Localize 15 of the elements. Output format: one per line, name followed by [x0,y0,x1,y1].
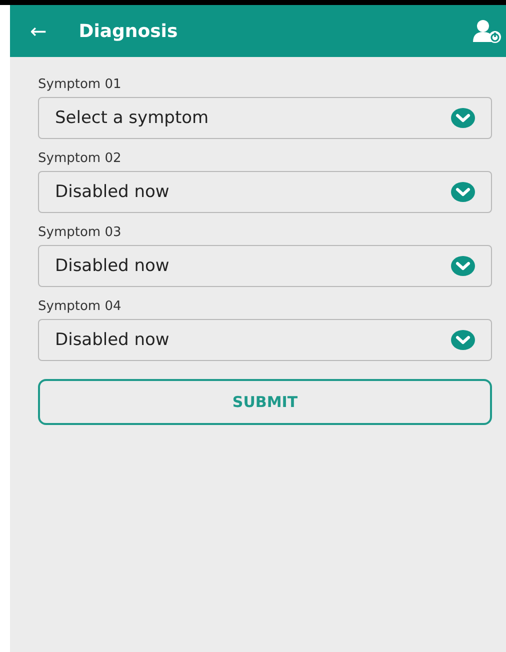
chevron-down-icon [451,330,475,350]
field-label: Symptom 03 [38,225,122,240]
field-label: Symptom 01 [38,77,122,92]
screen-title: Diagnosis [78,20,179,42]
field-label: Symptom 04 [38,299,122,314]
symptom-dropdown[interactable]: Disabled now [38,245,492,287]
chevron-down-icon [451,108,475,128]
back-button[interactable]: ← [30,19,47,43]
chevron-down-icon [451,182,475,202]
field-label: Symptom 02 [38,151,122,166]
symptom-dropdown[interactable]: Disabled now [38,319,492,361]
chevron-down-icon [451,256,475,276]
symptom-dropdown[interactable]: Disabled now [38,171,492,213]
user-power-icon[interactable] [472,19,502,43]
symptom-dropdown[interactable]: Select a symptom [38,97,492,139]
